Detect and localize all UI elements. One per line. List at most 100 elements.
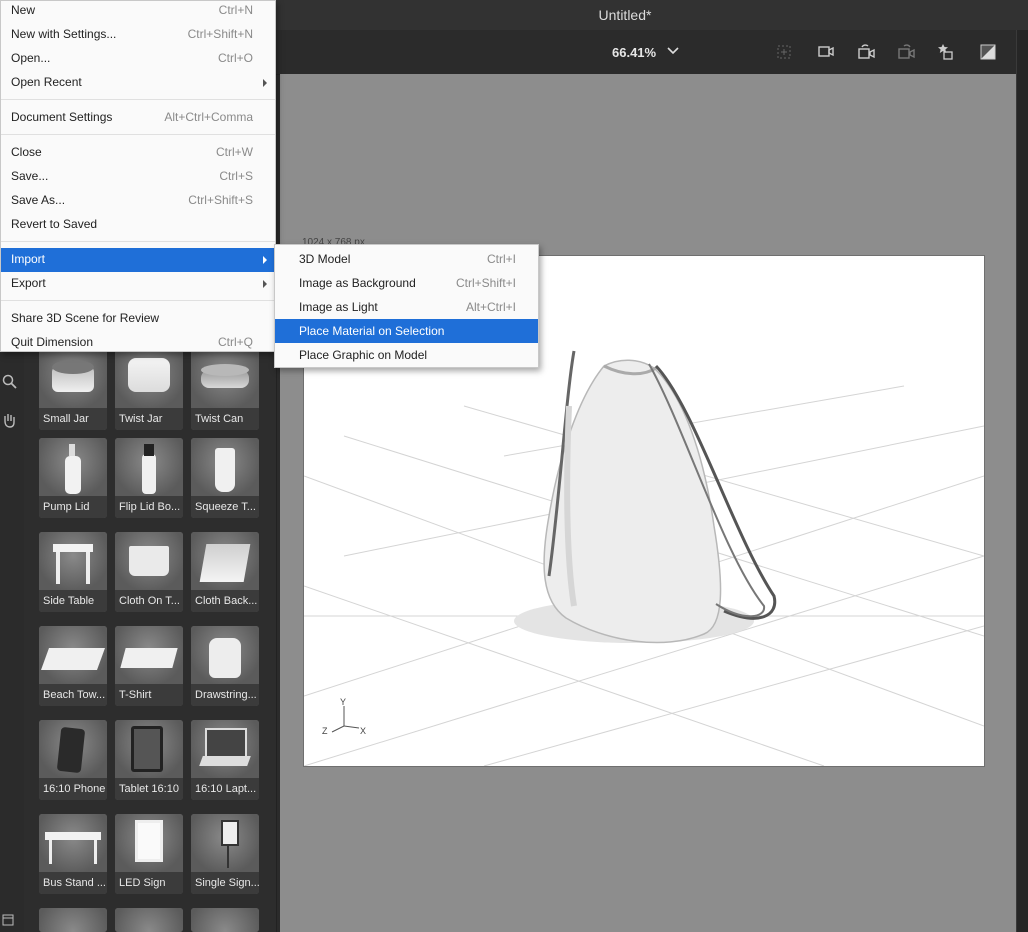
menu-item-close[interactable]: Close Ctrl+W (1, 141, 275, 165)
asset-label: Tablet 16:10 (115, 778, 183, 800)
asset-thumbnail (191, 350, 259, 408)
panel-toggle-icon[interactable] (2, 914, 14, 926)
menu-item-label: Import (11, 252, 46, 266)
camera-bookmark-icon[interactable] (936, 42, 956, 62)
submenu-item-image-as-background[interactable]: Image as Background Ctrl+Shift+I (275, 271, 538, 295)
menu-separator (1, 99, 275, 100)
asset-tile[interactable]: Beach Tow... (39, 626, 107, 706)
asset-thumbnail (191, 532, 259, 590)
asset-tile[interactable]: T-Shirt (115, 626, 183, 706)
asset-tile[interactable]: Bus Stand ... (39, 814, 107, 894)
asset-label: Twist Can (191, 408, 259, 430)
asset-thumbnail (115, 350, 183, 408)
submenu-arrow-icon (263, 79, 267, 87)
menu-separator (1, 134, 275, 135)
asset-label: Pump Lid (39, 496, 107, 518)
menu-item-label: Image as Background (299, 276, 416, 290)
frame-select-icon[interactable] (774, 42, 794, 62)
menu-item-shortcut: Ctrl+N (218, 3, 253, 17)
asset-tile[interactable]: Cloth On T... (115, 532, 183, 612)
asset-label: Side Table (39, 590, 107, 612)
asset-tile[interactable]: Pump Lid (39, 438, 107, 518)
zoom-level[interactable]: 66.41% (612, 45, 656, 60)
asset-label: Flip Lid Bo... (115, 496, 183, 518)
menu-item-new[interactable]: New Ctrl+N (1, 0, 275, 23)
asset-tile[interactable] (191, 908, 259, 932)
menu-item-import[interactable]: Import (1, 248, 275, 272)
asset-label: Small Jar (39, 408, 107, 430)
menu-item-label: Place Graphic on Model (299, 348, 428, 362)
asset-thumbnail (191, 626, 259, 684)
menu-item-label: Document Settings (11, 110, 113, 124)
asset-tile[interactable]: Twist Can (191, 350, 259, 430)
starter-assets-panel: Small Jar Twist Jar Twist Can Pump Lid F… (24, 350, 277, 932)
asset-tile[interactable]: Side Table (39, 532, 107, 612)
asset-thumbnail (115, 438, 183, 496)
import-submenu: 3D Model Ctrl+I Image as Background Ctrl+S… (274, 244, 539, 368)
render-preview-icon[interactable] (978, 42, 998, 62)
file-menu: New Ctrl+N New with Settings... Ctrl+Shift… (0, 0, 276, 352)
canvas-toolbar: 66.41% (276, 30, 1028, 75)
asset-thumbnail (39, 814, 107, 872)
hand-tool-icon[interactable] (2, 412, 16, 428)
menu-item-save-as[interactable]: Save As... Ctrl+Shift+S (1, 189, 275, 213)
menu-item-label: Export (11, 276, 46, 290)
menu-item-shortcut: Ctrl+Shift+I (455, 276, 516, 290)
camera-redo-icon[interactable] (896, 42, 916, 62)
menu-item-label: Image as Light (299, 300, 378, 314)
asset-tile[interactable] (115, 908, 183, 932)
menu-item-revert-to-saved[interactable]: Revert to Saved (1, 213, 275, 237)
menu-item-label: Revert to Saved (11, 217, 98, 231)
menu-item-quit[interactable]: Quit Dimension Ctrl+Q (1, 331, 275, 355)
asset-thumbnail (115, 908, 183, 932)
asset-tile[interactable]: Single Sign... (191, 814, 259, 894)
drawstring-bag[interactable] (543, 350, 777, 644)
asset-thumbnail (39, 350, 107, 408)
menu-item-export[interactable]: Export (1, 272, 275, 296)
asset-tile[interactable]: Squeeze T... (191, 438, 259, 518)
zoom-tool-icon[interactable] (2, 374, 18, 390)
axis-z-label: Z (322, 726, 328, 736)
submenu-arrow-icon (263, 256, 267, 264)
asset-tile[interactable]: 16:10 Lapt... (191, 720, 259, 800)
menu-item-label: 3D Model (299, 252, 351, 266)
asset-tile[interactable]: Drawstring... (191, 626, 259, 706)
asset-thumbnail (191, 720, 259, 778)
submenu-item-3d-model[interactable]: 3D Model Ctrl+I (275, 247, 538, 271)
asset-thumbnail (115, 626, 183, 684)
asset-tile[interactable]: Cloth Back... (191, 532, 259, 612)
chevron-down-icon[interactable] (666, 44, 680, 58)
asset-label: LED Sign (115, 872, 183, 894)
menu-item-label: Quit Dimension (11, 335, 94, 349)
asset-tile[interactable]: Flip Lid Bo... (115, 438, 183, 518)
menu-item-label: Open... (11, 51, 51, 65)
menu-item-open-recent[interactable]: Open Recent (1, 71, 275, 95)
camera-fit-icon[interactable] (816, 42, 836, 62)
menu-item-save[interactable]: Save... Ctrl+S (1, 165, 275, 189)
asset-tile[interactable]: Tablet 16:10 (115, 720, 183, 800)
asset-tile[interactable]: Small Jar (39, 350, 107, 430)
menu-item-open[interactable]: Open... Ctrl+O (1, 47, 275, 71)
menu-item-new-with-settings[interactable]: New with Settings... Ctrl+Shift+N (1, 23, 275, 47)
tool-rail (0, 350, 24, 932)
axis-x-label: X (360, 726, 366, 736)
asset-label: 16:10 Lapt... (191, 778, 259, 800)
asset-thumbnail (39, 626, 107, 684)
menu-item-shortcut: Ctrl+O (217, 51, 253, 65)
menu-item-label: Close (11, 145, 42, 159)
submenu-item-place-graphic[interactable]: Place Graphic on Model (275, 343, 538, 367)
menu-item-document-settings[interactable]: Document Settings Alt+Ctrl+Comma (1, 106, 275, 130)
camera-undo-icon[interactable] (856, 42, 876, 62)
asset-thumbnail (115, 814, 183, 872)
asset-tile[interactable] (39, 908, 107, 932)
menu-item-label: New with Settings... (11, 27, 117, 41)
axis-gizmo: Y X Z (322, 697, 366, 736)
asset-tile[interactable]: LED Sign (115, 814, 183, 894)
asset-tile[interactable]: 16:10 Phone (39, 720, 107, 800)
asset-label: Cloth On T... (115, 590, 183, 612)
asset-tile[interactable]: Twist Jar (115, 350, 183, 430)
submenu-item-image-as-light[interactable]: Image as Light Alt+Ctrl+I (275, 295, 538, 319)
asset-thumbnail (191, 908, 259, 932)
submenu-item-place-material[interactable]: Place Material on Selection (275, 319, 538, 343)
menu-item-share-3d-scene[interactable]: Share 3D Scene for Review (1, 307, 275, 331)
